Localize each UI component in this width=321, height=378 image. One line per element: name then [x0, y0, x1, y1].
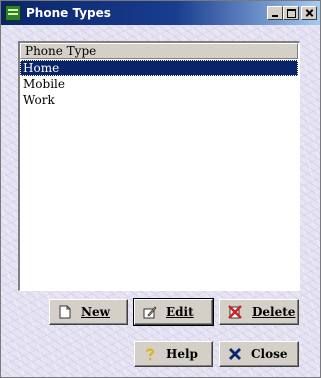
maximize-button[interactable]	[283, 6, 299, 20]
new-button[interactable]: New	[49, 299, 128, 325]
help-button[interactable]: Help	[134, 341, 213, 367]
delete-button[interactable]: Delete	[219, 299, 299, 325]
edit-button-label: Edit	[166, 305, 194, 319]
new-button-label: New	[81, 305, 110, 319]
delete-button-label: Delete	[252, 305, 296, 319]
edit-button[interactable]: Edit	[133, 298, 214, 326]
question-mark-icon	[145, 348, 155, 361]
phone-type-list[interactable]: Phone Type Home Mobile Work	[18, 41, 300, 291]
title-bar[interactable]: Phone Types	[1, 1, 320, 25]
close-button[interactable]: Close	[219, 341, 299, 367]
close-button-label: Close	[251, 347, 288, 361]
phone-types-window: Phone Types Phone Type Home Mobile Work …	[0, 0, 321, 378]
column-header-phone-type[interactable]: Phone Type	[20, 43, 298, 59]
edit-pencil-icon	[143, 306, 157, 319]
new-document-icon	[59, 305, 71, 319]
window-close-button[interactable]	[301, 6, 317, 20]
app-icon[interactable]	[5, 5, 21, 21]
close-x-icon	[229, 348, 241, 360]
window-title: Phone Types	[26, 6, 111, 20]
list-rows: Home Mobile Work	[20, 60, 298, 108]
list-item[interactable]: Mobile	[20, 76, 298, 92]
minimize-button[interactable]	[267, 6, 283, 20]
list-item[interactable]: Work	[20, 92, 298, 108]
list-item[interactable]: Home	[20, 60, 298, 76]
delete-x-icon	[228, 305, 242, 319]
help-button-label: Help	[166, 347, 198, 361]
